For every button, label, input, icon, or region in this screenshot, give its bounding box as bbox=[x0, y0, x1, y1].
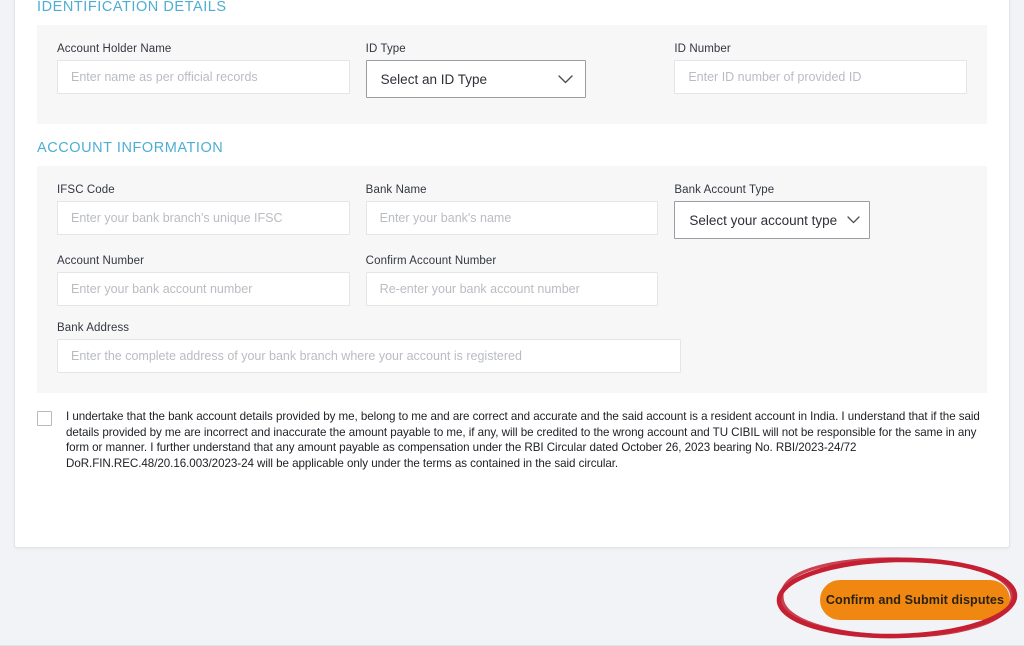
field-ifsc-code: IFSC Code bbox=[57, 184, 350, 239]
field-id-number: ID Number bbox=[674, 43, 968, 98]
undertaking-checkbox[interactable] bbox=[37, 411, 52, 426]
field-confirm-account-number: Confirm Account Number bbox=[365, 255, 659, 306]
id-type-selected-value: Select an ID Type bbox=[380, 71, 487, 87]
field-bank-account-type: Bank Account Type Select your account ty… bbox=[674, 184, 967, 239]
undertaking-text: I undertake that the bank account detail… bbox=[66, 410, 980, 470]
account-information-panel: IFSC Code Bank Name Bank Account Type Se… bbox=[37, 166, 987, 393]
chevron-down-icon bbox=[847, 216, 860, 224]
section-title-account-information: ACCOUNT INFORMATION bbox=[37, 140, 224, 156]
id-number-input[interactable] bbox=[674, 60, 968, 94]
label-account-holder-name: Account Holder Name bbox=[57, 43, 172, 55]
form-card: IDENTIFICATION DETAILS Account Holder Na… bbox=[14, 0, 1010, 548]
label-bank-account-type: Bank Account Type bbox=[674, 184, 775, 196]
left-gutter bbox=[0, 0, 8, 548]
field-bank-address: Bank Address bbox=[57, 322, 681, 373]
bank-name-input[interactable] bbox=[365, 201, 659, 235]
submit-area: Confirm and Submit disputes bbox=[14, 556, 1010, 646]
chevron-down-icon bbox=[557, 74, 573, 84]
field-id-type: ID Type Select an ID Type bbox=[365, 43, 659, 98]
section-title-identification-details: IDENTIFICATION DETAILS bbox=[37, 0, 227, 15]
label-id-type: ID Type bbox=[365, 43, 406, 55]
field-bank-name: Bank Name bbox=[365, 184, 659, 239]
label-id-number: ID Number bbox=[674, 43, 731, 55]
confirm-account-number-input[interactable] bbox=[365, 272, 659, 306]
label-ifsc-code: IFSC Code bbox=[57, 184, 115, 196]
account-holder-name-input[interactable] bbox=[57, 60, 350, 94]
account-row-3: Bank Address bbox=[57, 322, 967, 373]
page-background: IDENTIFICATION DETAILS Account Holder Na… bbox=[0, 0, 1024, 646]
account-row-2: Account Number Confirm Account Number bbox=[57, 255, 967, 306]
ifsc-code-input[interactable] bbox=[57, 201, 350, 235]
account-row-1: IFSC Code Bank Name Bank Account Type Se… bbox=[57, 184, 967, 239]
label-account-number: Account Number bbox=[57, 255, 145, 267]
undertaking-block: I undertake that the bank account detail… bbox=[15, 393, 1009, 471]
id-type-select[interactable]: Select an ID Type bbox=[365, 60, 586, 98]
bank-address-input[interactable] bbox=[57, 339, 681, 373]
bank-account-type-select[interactable]: Select your account type bbox=[674, 201, 871, 239]
label-bank-address: Bank Address bbox=[57, 322, 130, 334]
label-confirm-account-number: Confirm Account Number bbox=[365, 255, 497, 267]
bank-account-type-selected-value: Select your account type bbox=[689, 212, 838, 228]
account-number-input[interactable] bbox=[57, 272, 350, 306]
field-account-holder-name: Account Holder Name bbox=[57, 43, 350, 98]
identification-details-panel: Account Holder Name ID Type Select an ID… bbox=[37, 25, 987, 124]
account-row-2-spacer bbox=[674, 255, 967, 306]
label-bank-name: Bank Name bbox=[365, 184, 427, 196]
confirm-and-submit-disputes-button[interactable]: Confirm and Submit disputes bbox=[820, 580, 1010, 620]
field-account-number: Account Number bbox=[57, 255, 350, 306]
identification-row-1: Account Holder Name ID Type Select an ID… bbox=[57, 43, 968, 98]
